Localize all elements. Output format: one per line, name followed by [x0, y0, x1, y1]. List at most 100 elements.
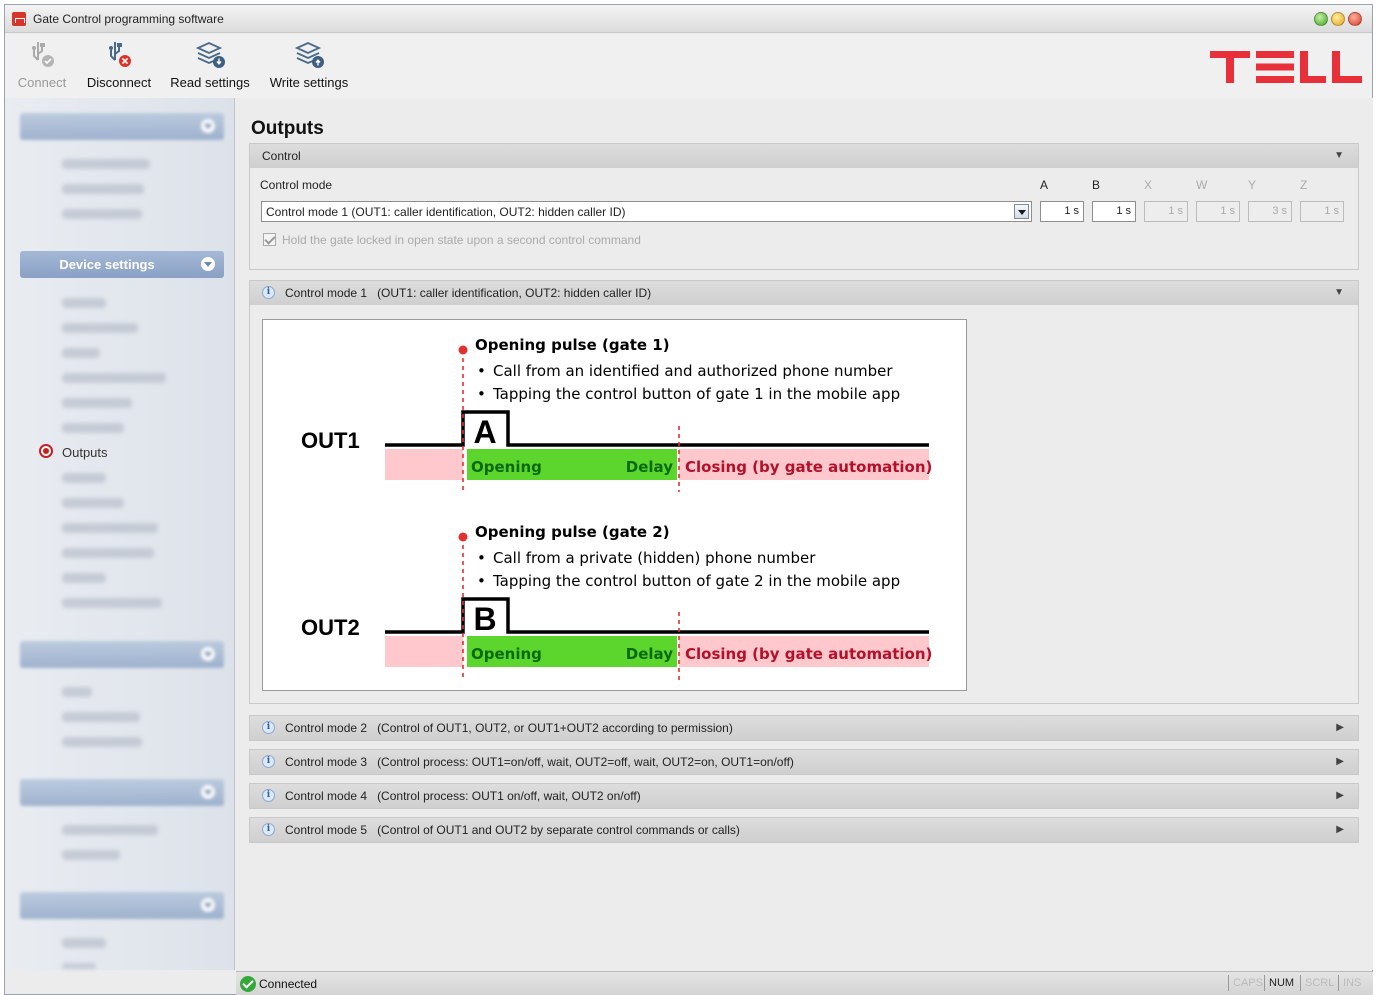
sidebar-item[interactable] [62, 687, 92, 697]
maximize-button[interactable] [1314, 12, 1328, 26]
timer-x-field[interactable]: 1 s [1144, 201, 1188, 222]
sidebar-item[interactable] [62, 473, 106, 483]
sidebar-item[interactable] [62, 184, 144, 194]
control-mode-4-panel[interactable]: i Control mode 4 (Control process: OUT1 … [249, 783, 1359, 809]
sidebar-group-users[interactable] [20, 641, 224, 668]
expand-arrow-icon: ▶ [1336, 824, 1344, 835]
out2-label: OUT2 [301, 615, 360, 640]
sidebar-item[interactable] [62, 323, 138, 333]
out1-pulse-title: Opening pulse (gate 1) [475, 336, 670, 354]
sidebar-item[interactable] [62, 348, 100, 358]
sidebar-item[interactable] [62, 598, 162, 608]
timer-b-field[interactable]: 1 s [1092, 201, 1136, 222]
sidebar-item[interactable] [62, 209, 142, 219]
sidebar-group-device-status[interactable] [20, 779, 224, 806]
panel-title: Control [262, 149, 301, 163]
out1-bullet-2: Tapping the control button of gate 1 in … [492, 385, 900, 403]
out2-bullet-2: Tapping the control button of gate 2 in … [492, 572, 900, 590]
control-mode-label: Control mode [260, 178, 333, 192]
sidebar-item[interactable] [62, 712, 140, 722]
sidebar-item[interactable] [62, 573, 106, 583]
toolbar: Connect Disconnect Read settings Write s… [5, 34, 1372, 98]
out2-pulse-dot [458, 532, 468, 542]
timer-a-field[interactable]: 1 s [1040, 201, 1084, 222]
collapse-icon [201, 898, 215, 912]
sidebar-item[interactable] [62, 850, 120, 860]
mode-header-text: Control mode 3 (Control process: OUT1=on… [285, 755, 794, 769]
sidebar-item[interactable] [62, 737, 142, 747]
info-icon: i [262, 721, 275, 734]
connect-label: Connect [17, 75, 67, 90]
hold-gate-label: Hold the gate locked in open state upon … [282, 233, 641, 247]
out1-label: OUT1 [301, 428, 360, 453]
collapse-arrow-icon: ▼ [1334, 287, 1344, 298]
num-indicator: NUM [1264, 975, 1298, 991]
bullet-icon: • [477, 362, 486, 380]
control-mode-3-panel[interactable]: i Control mode 3 (Control process: OUT1=… [249, 749, 1359, 775]
caps-indicator: CAPS [1228, 975, 1267, 991]
out2-opening-label: Opening [471, 645, 542, 663]
out2-signal-line [385, 597, 929, 634]
control-mode-1-header[interactable]: i Control mode 1 (OUT1: caller identific… [250, 281, 1358, 305]
tell-logo [1210, 51, 1362, 83]
write-settings-icon [294, 42, 324, 68]
timing-diagram-svg: OUT1 A Opening pulse (gate 1) • Call fro… [301, 336, 932, 680]
info-icon: i [262, 823, 275, 836]
collapse-icon [201, 647, 215, 661]
disconnect-label: Disconnect [86, 75, 152, 90]
timer-w-field[interactable]: 1 s [1196, 201, 1240, 222]
out1-bullet-1: Call from an identified and authorized p… [493, 362, 893, 380]
out2-bullet-1: Call from a private (hidden) phone numbe… [493, 549, 816, 567]
timer-y-field[interactable]: 3 s [1248, 201, 1292, 222]
write-settings-label: Write settings [269, 75, 349, 90]
info-icon: i [262, 286, 275, 299]
sidebar-item[interactable] [62, 398, 132, 408]
connect-button[interactable]: Connect [13, 40, 71, 90]
sidebar-item[interactable] [62, 523, 158, 533]
close-button[interactable] [1348, 12, 1362, 26]
sidebar-item[interactable] [62, 963, 96, 969]
sidebar-group-software-settings[interactable] [20, 892, 224, 919]
sidebar-item[interactable] [62, 373, 166, 383]
out2-pulse-title: Opening pulse (gate 2) [475, 523, 670, 541]
read-settings-icon [195, 42, 225, 68]
control-mode-select[interactable]: Control mode 1 (OUT1: caller identificat… [261, 201, 1032, 222]
mode-header-text: Control mode 4 (Control process: OUT1 on… [285, 789, 641, 803]
control-panel-header[interactable]: Control ▼ [250, 144, 1358, 168]
disconnect-button[interactable]: Disconnect [83, 40, 155, 90]
connection-status: Connected [259, 977, 318, 991]
dropdown-arrow-icon[interactable] [1014, 204, 1029, 219]
read-settings-button[interactable]: Read settings [168, 40, 252, 90]
sidebar-item[interactable] [62, 548, 154, 558]
info-icon: i [262, 755, 275, 768]
sidebar-group-device-settings[interactable]: Device settings [20, 251, 224, 278]
out1-pulse-dot [458, 345, 468, 355]
sidebar-item[interactable] [62, 159, 150, 169]
minimize-button[interactable] [1331, 12, 1345, 26]
timer-w-label: W [1196, 178, 1208, 192]
usb-disconnect-icon [109, 42, 131, 67]
expand-arrow-icon: ▶ [1336, 790, 1344, 801]
timer-z-field[interactable]: 1 s [1300, 201, 1344, 222]
title-bar: Gate Control programming software [5, 5, 1372, 33]
sidebar-item[interactable] [62, 938, 106, 948]
control-mode-1-panel: i Control mode 1 (OUT1: caller identific… [249, 280, 1359, 704]
write-settings-button[interactable]: Write settings [265, 40, 353, 90]
sidebar-item-outputs[interactable]: Outputs [62, 445, 108, 460]
hold-gate-checkbox[interactable] [263, 233, 276, 246]
sidebar-item[interactable] [62, 423, 124, 433]
out2-closing-label: Closing (by gate automation) [685, 645, 932, 663]
out2-letter: B [473, 601, 496, 637]
out1-signal-line [385, 410, 929, 447]
out1-pre-zone [385, 449, 463, 480]
control-mode-5-panel[interactable]: i Control mode 5 (Control of OUT1 and OU… [249, 817, 1359, 843]
control-mode-2-panel[interactable]: i Control mode 2 (Control of OUT1, OUT2,… [249, 715, 1359, 741]
active-item-radio-icon [39, 444, 53, 458]
sidebar-item[interactable] [62, 825, 158, 835]
sidebar-group-connection[interactable] [20, 113, 224, 140]
sidebar-item[interactable] [62, 498, 124, 508]
collapse-icon [201, 257, 215, 271]
sidebar-item[interactable] [62, 298, 106, 308]
out1-closing-label: Closing (by gate automation) [685, 458, 932, 476]
status-bar: Connected CAPS NUM SCRL INS [236, 971, 1373, 995]
